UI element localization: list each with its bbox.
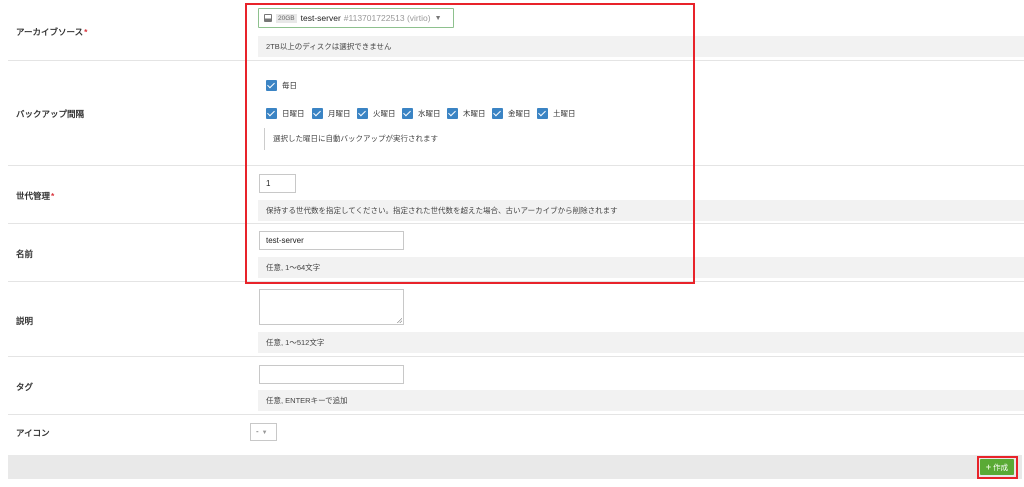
checkbox-checked-icon bbox=[266, 80, 277, 91]
checkbox-wednesday[interactable]: 水曜日 bbox=[402, 108, 441, 119]
name-label: 名前 bbox=[16, 249, 34, 259]
checkbox-checked-icon bbox=[312, 108, 323, 119]
footer-bar bbox=[8, 455, 1022, 479]
archive-source-label: アーカイブソース* bbox=[16, 27, 88, 37]
checkbox-checked-icon bbox=[537, 108, 548, 119]
checkbox-checked-icon bbox=[402, 108, 413, 119]
checkbox-checked-icon bbox=[492, 108, 503, 119]
create-button[interactable]: + 作成 bbox=[980, 459, 1014, 475]
row-tags: タグ 任意, ENTERキーで追加 bbox=[8, 357, 1024, 415]
archive-source-select[interactable]: 20GB test-server #113701722513 (virtio) … bbox=[258, 8, 454, 28]
disk-id: #113701722513 (virtio) bbox=[343, 13, 431, 23]
disk-name: test-server bbox=[300, 13, 341, 23]
row-icon: アイコン bbox=[8, 415, 1024, 453]
icon-select-value: - bbox=[256, 427, 259, 436]
generations-help: 保持する世代数を指定してください。指定された世代数を超えた場合、古いアーカイブか… bbox=[258, 200, 1024, 221]
row-archive-source: アーカイブソース* 20GB test-server #113701722513… bbox=[8, 0, 1024, 61]
generations-label: 世代管理* bbox=[16, 191, 55, 201]
row-generations: 世代管理* 1 保持する世代数を指定してください。指定された世代数を超えた場合、… bbox=[8, 166, 1024, 224]
tags-input[interactable] bbox=[259, 365, 404, 384]
row-name: 名前 test-server 任意, 1〜64文字 bbox=[8, 224, 1024, 282]
name-input[interactable]: test-server bbox=[259, 231, 404, 250]
checkbox-checked-icon bbox=[266, 108, 277, 119]
disk-icon bbox=[264, 14, 272, 22]
checkbox-sunday[interactable]: 日曜日 bbox=[266, 108, 305, 119]
checkbox-tuesday[interactable]: 火曜日 bbox=[357, 108, 396, 119]
checkbox-monday[interactable]: 月曜日 bbox=[312, 108, 351, 119]
backup-schedule-label: バックアップ間隔 bbox=[16, 109, 85, 119]
backup-schedule-note: 選択した曜日に自動バックアップが実行されます bbox=[264, 128, 703, 150]
disk-size-badge: 20GB bbox=[276, 13, 297, 23]
checkbox-saturday[interactable]: 土曜日 bbox=[537, 108, 576, 119]
icon-label: アイコン bbox=[16, 428, 50, 438]
chevron-down-icon: ▼ bbox=[261, 430, 268, 436]
tags-help: 任意, ENTERキーで追加 bbox=[258, 390, 1024, 411]
checkbox-thursday[interactable]: 木曜日 bbox=[447, 108, 486, 119]
icon-select[interactable]: - ▼ bbox=[250, 423, 277, 441]
tags-label: タグ bbox=[16, 382, 34, 392]
generations-input[interactable]: 1 bbox=[259, 174, 296, 193]
row-description: 説明 任意, 1〜512文字 bbox=[8, 282, 1024, 357]
name-help: 任意, 1〜64文字 bbox=[258, 257, 1024, 278]
resize-handle-icon[interactable] bbox=[397, 318, 402, 323]
checkbox-friday[interactable]: 金曜日 bbox=[492, 108, 531, 119]
description-label: 説明 bbox=[16, 316, 34, 326]
chevron-down-icon: ▼ bbox=[434, 14, 442, 22]
description-help: 任意, 1〜512文字 bbox=[258, 332, 1024, 353]
checkbox-checked-icon bbox=[447, 108, 458, 119]
checkbox-checked-icon bbox=[357, 108, 368, 119]
plus-icon: + bbox=[985, 462, 992, 472]
description-textarea[interactable] bbox=[259, 289, 404, 325]
archive-source-help: 2TB以上のディスクは選択できません bbox=[258, 36, 1024, 57]
checkbox-daily[interactable]: 毎日 bbox=[266, 80, 297, 91]
